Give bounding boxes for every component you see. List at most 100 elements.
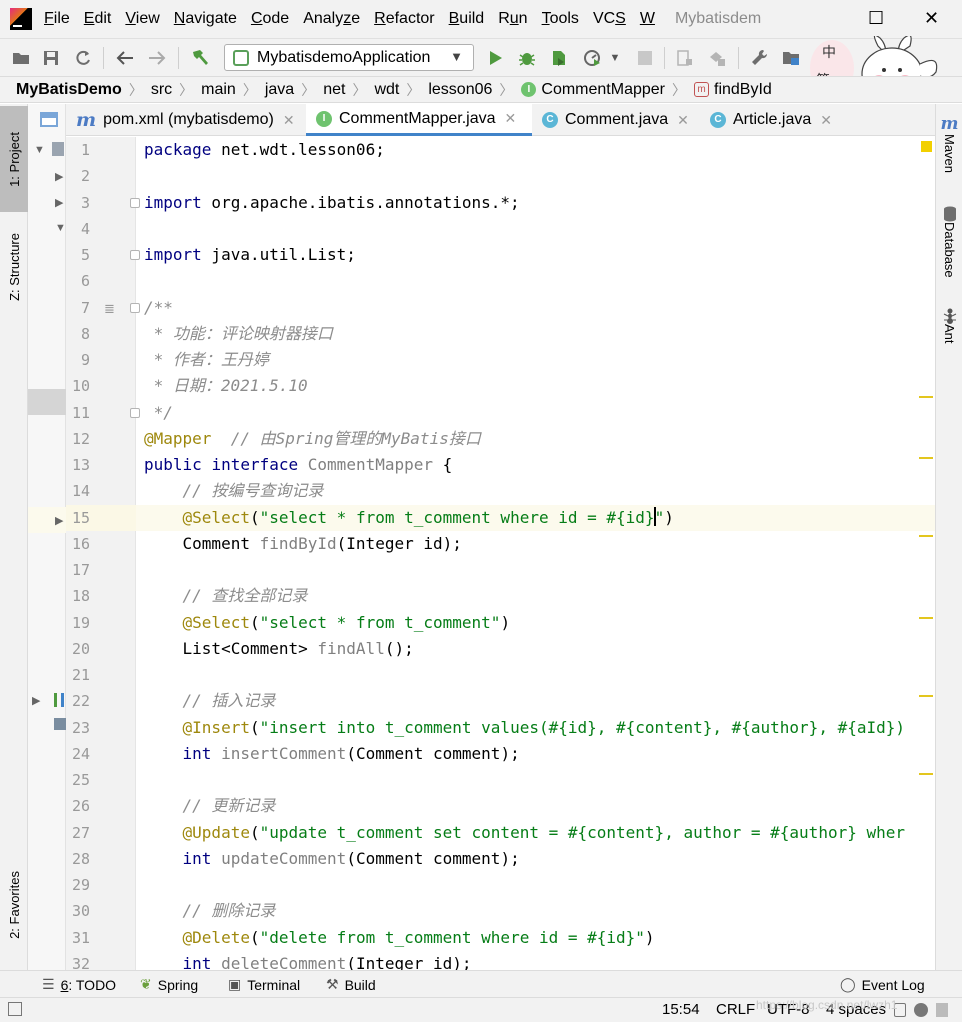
close-tab-icon[interactable]: ✕ [677, 112, 689, 129]
code-line[interactable]: 15 @Select("select * from t_comment wher… [66, 504, 935, 531]
forward-arrow-icon[interactable] [146, 47, 168, 69]
breadcrumb-item-wdt[interactable]: wdt [374, 81, 399, 99]
tree-expand-arrow-icon[interactable]: ▶ [32, 694, 40, 707]
fold-marker-icon[interactable] [130, 302, 140, 313]
tree-collapse-arrow-icon[interactable]: ▼ [55, 222, 66, 234]
code-line[interactable]: 8 * 功能：评论映射器接口 [66, 321, 935, 347]
menu-tools[interactable]: Tools [542, 10, 579, 28]
tool-tab-project[interactable]: 1: Project [0, 106, 28, 212]
menu-window[interactable]: W [640, 10, 655, 28]
code-line[interactable]: 11 */ [66, 400, 935, 426]
code-line[interactable]: 18 // 查找全部记录 [66, 583, 935, 609]
close-window-icon[interactable]: ✕ [924, 8, 939, 29]
breadcrumb-item-src[interactable]: src [151, 81, 172, 99]
run-icon[interactable] [484, 47, 506, 69]
error-stripe[interactable] [915, 137, 935, 970]
tab-comment-java[interactable]: C Comment.java ✕ [532, 104, 700, 136]
save-icon[interactable] [40, 47, 62, 69]
breadcrumb-item-java[interactable]: java [265, 81, 294, 99]
memory-indicator-icon[interactable] [936, 1003, 948, 1017]
code-line[interactable]: 29 [66, 872, 935, 898]
sync-icon[interactable] [72, 47, 94, 69]
coverage-icon[interactable] [706, 47, 728, 69]
tab-pom-xml[interactable]: m pom.xml (mybatisdemo) ✕ [66, 104, 306, 136]
tool-tab-terminal[interactable]: ▣ Terminal [228, 976, 300, 993]
code-line[interactable]: 21 [66, 662, 935, 688]
warning-stripe-mark[interactable] [919, 535, 933, 537]
breadcrumb-item-lesson06[interactable]: lesson06 [428, 81, 492, 99]
profile-icon[interactable] [582, 47, 604, 69]
breadcrumb-item-project[interactable]: MyBatisDemo [16, 81, 122, 99]
tool-tab-event-log[interactable]: ◯ Event Log [840, 976, 925, 993]
attach-debugger-icon[interactable] [674, 47, 696, 69]
tool-tab-structure[interactable]: Z: Structure [0, 212, 28, 322]
code-line[interactable]: 27 @Update("update t_comment set content… [66, 820, 935, 846]
close-tab-icon[interactable]: ✕ [283, 112, 295, 129]
fold-marker-icon[interactable] [130, 250, 140, 260]
warning-stripe-mark[interactable] [919, 396, 933, 398]
warning-status-icon[interactable] [921, 141, 932, 152]
warning-stripe-mark[interactable] [919, 773, 933, 775]
menu-edit[interactable]: Edit [84, 10, 112, 28]
menu-run[interactable]: Run [498, 10, 527, 28]
menu-analyze[interactable]: Analyze [303, 10, 360, 28]
code-line[interactable]: 19 @Select("select * from t_comment") [66, 610, 935, 636]
intellij-logo-icon[interactable] [10, 8, 32, 30]
settings-wrench-icon[interactable] [748, 47, 770, 69]
tree-expand-arrow-icon[interactable]: ▶ [55, 170, 63, 183]
warning-stripe-mark[interactable] [919, 695, 933, 697]
menu-refactor[interactable]: Refactor [374, 10, 434, 28]
menu-file[interactable]: File [44, 10, 70, 28]
tool-tab-spring[interactable]: ❦ Spring [140, 976, 198, 993]
code-line[interactable]: 9 * 作者：王丹婷 [66, 347, 935, 373]
caret-position[interactable]: 15:54 [662, 1001, 700, 1018]
code-line[interactable]: 23 @Insert("insert into t_comment values… [66, 715, 935, 741]
code-line[interactable]: 6 [66, 268, 935, 294]
open-folder-icon[interactable] [10, 47, 32, 69]
code-line[interactable]: 12 @Mapper // 由Spring管理的MyBatis接口 [66, 426, 935, 452]
tree-collapse-arrow-icon[interactable]: ▼ [34, 144, 45, 156]
breadcrumb-item-net[interactable]: net [323, 81, 345, 99]
code-line[interactable]: 2 [66, 163, 935, 189]
run-configuration-dropdown[interactable]: MybatisdemoApplication ▼ [224, 44, 474, 71]
tree-selected-row[interactable] [28, 389, 66, 415]
breadcrumb-item-class[interactable]: CommentMapper [541, 81, 665, 99]
build-hammer-icon[interactable] [189, 47, 211, 69]
close-tab-icon[interactable]: ✕ [505, 110, 517, 127]
code-line[interactable]: 5 import java.util.List; [66, 242, 935, 268]
debug-bug-icon[interactable] [516, 47, 538, 69]
code-line[interactable]: 14 // 按编号查询记录 [66, 478, 935, 504]
breadcrumb-item-main[interactable]: main [201, 81, 236, 99]
line-separator[interactable]: CRLF [716, 1001, 755, 1018]
breadcrumb-item-method[interactable]: findById [714, 81, 772, 99]
code-line[interactable]: 1 package net.wdt.lesson06; [66, 137, 935, 163]
warning-stripe-mark[interactable] [919, 457, 933, 459]
menu-vcs[interactable]: VCS [593, 10, 626, 28]
tool-tab-maven[interactable]: m Maven [936, 114, 962, 173]
window-layout-icon[interactable] [40, 112, 58, 127]
code-line[interactable]: 31 @Delete("delete from t_comment where … [66, 925, 935, 951]
menu-navigate[interactable]: Navigate [174, 10, 237, 28]
menu-code[interactable]: Code [251, 10, 289, 28]
code-line[interactable]: 4 [66, 216, 935, 242]
code-editor[interactable]: 1 package net.wdt.lesson06; 2 3 import org.a… [66, 137, 935, 970]
back-arrow-icon[interactable] [114, 47, 136, 69]
warning-stripe-mark[interactable] [919, 617, 933, 619]
code-line[interactable]: 24 int insertComment(Comment comment); [66, 741, 935, 767]
maximize-icon[interactable]: ☐ [868, 8, 884, 29]
tool-tab-ant[interactable]: Ant [936, 308, 962, 344]
code-line[interactable]: 3 import org.apache.ibatis.annotations.*; [66, 190, 935, 216]
code-line[interactable]: 22 // 插入记录 [66, 688, 935, 714]
code-line[interactable]: 28 int updateComment(Comment comment); [66, 846, 935, 872]
code-line[interactable]: 25 [66, 767, 935, 793]
menu-view[interactable]: View [125, 10, 159, 28]
tool-tab-database[interactable]: Database [936, 206, 962, 278]
code-line[interactable]: 26 // 更新记录 [66, 793, 935, 819]
tool-tab-build[interactable]: ⚒ Build [326, 976, 376, 993]
fold-marker-icon[interactable] [130, 407, 140, 418]
code-line[interactable]: 7 ≣ /** [66, 295, 935, 321]
code-line[interactable]: 13 public interface CommentMapper { [66, 452, 935, 478]
code-line[interactable]: 32 int deleteComment(Integer id); [66, 951, 935, 970]
menu-build[interactable]: Build [449, 10, 485, 28]
tree-expand-arrow-icon[interactable]: ▶ [55, 196, 63, 209]
